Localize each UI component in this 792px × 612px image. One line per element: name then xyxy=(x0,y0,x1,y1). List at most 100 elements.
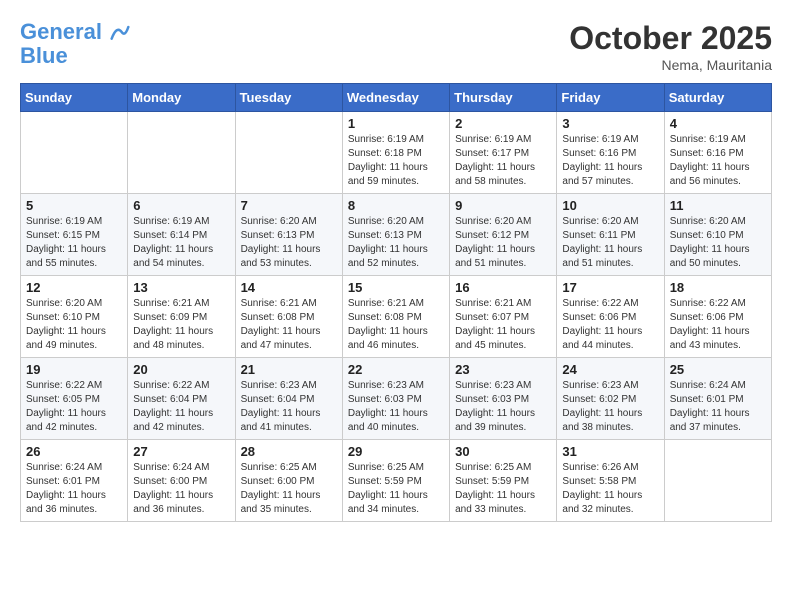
calendar-cell: 22 Sunrise: 6:23 AMSunset: 6:03 PMDayligh… xyxy=(342,358,449,440)
calendar-cell: 18Sunrise: 6:22 AMSunset: 6:06 PMDayligh… xyxy=(664,276,771,358)
day-info: Sunrise: 6:19 AMSunset: 6:16 PMDaylight:… xyxy=(670,133,766,189)
calendar-cell: 5 Sunrise: 6:19 AMSunset: 6:15 PMDaylight… xyxy=(21,194,128,276)
calendar-cell: 20Sunrise: 6:22 AMSunset: 6:04 PMDayligh… xyxy=(128,358,235,440)
day-number: 26 xyxy=(26,444,122,459)
day-number: 1 xyxy=(348,116,444,131)
day-number: 11 xyxy=(670,198,766,213)
day-number: 13 xyxy=(133,280,229,295)
day-number: 21 xyxy=(241,362,337,377)
day-info: Sunrise: 6:25 AMSunset: 5:59 PMDaylight:… xyxy=(455,461,551,517)
day-number: 25 xyxy=(670,362,766,377)
day-info: Sunrise: 6:21 AMSunset: 6:08 PMDaylight:… xyxy=(241,297,337,353)
calendar-cell: 17 Sunrise: 6:22 AMSunset: 6:06 PMDayligh… xyxy=(557,276,664,358)
calendar-cell: 13 Sunrise: 6:21 AMSunset: 6:09 PMDayligh… xyxy=(128,276,235,358)
day-number: 7 xyxy=(241,198,337,213)
calendar-cell: 21 Sunrise: 6:23 AMSunset: 6:04 PMDayligh… xyxy=(235,358,342,440)
day-info: Sunrise: 6:24 AMSunset: 6:00 PMDaylight:… xyxy=(133,461,229,517)
day-number: 4 xyxy=(670,116,766,131)
day-number: 28 xyxy=(241,444,337,459)
day-number: 20 xyxy=(133,362,229,377)
day-info: Sunrise: 6:21 AMSunset: 6:09 PMDaylight:… xyxy=(133,297,229,353)
day-info: Sunrise: 6:20 AMSunset: 6:11 PMDaylight:… xyxy=(562,215,658,271)
day-info: Sunrise: 6:20 AMSunset: 6:13 PMDaylight:… xyxy=(241,215,337,271)
calendar-cell: 1 Sunrise: 6:19 AMSunset: 6:18 PMDaylight… xyxy=(342,112,449,194)
calendar-cell: 26 Sunrise: 6:24 AMSunset: 6:01 PMDayligh… xyxy=(21,440,128,522)
calendar-cell xyxy=(128,112,235,194)
day-info: Sunrise: 6:21 AMSunset: 6:07 PMDaylight:… xyxy=(455,297,551,353)
day-info: Sunrise: 6:23 AMSunset: 6:03 PMDaylight:… xyxy=(348,379,444,435)
calendar-cell: 28Sunrise: 6:25 AMSunset: 6:00 PMDayligh… xyxy=(235,440,342,522)
day-info: Sunrise: 6:22 AMSunset: 6:05 PMDaylight:… xyxy=(26,379,122,435)
calendar-cell: 23 Sunrise: 6:23 AMSunset: 6:03 PMDayligh… xyxy=(450,358,557,440)
calendar-cell: 2Sunrise: 6:19 AMSunset: 6:17 PMDaylight… xyxy=(450,112,557,194)
day-info: Sunrise: 6:19 AMSunset: 6:14 PMDaylight:… xyxy=(133,215,229,271)
day-info: Sunrise: 6:19 AMSunset: 6:15 PMDaylight:… xyxy=(26,215,122,271)
day-number: 19 xyxy=(26,362,122,377)
calendar-cell: 16 Sunrise: 6:21 AMSunset: 6:07 PMDayligh… xyxy=(450,276,557,358)
day-number: 30 xyxy=(455,444,551,459)
day-number: 9 xyxy=(455,198,551,213)
day-number: 6 xyxy=(133,198,229,213)
calendar-week-row: 26 Sunrise: 6:24 AMSunset: 6:01 PMDayligh… xyxy=(21,440,772,522)
calendar-cell: 6 Sunrise: 6:19 AMSunset: 6:14 PMDaylight… xyxy=(128,194,235,276)
calendar-header: SundayMondayTuesdayWednesdayThursdayFrid… xyxy=(21,84,772,112)
day-number: 17 xyxy=(562,280,658,295)
calendar-cell: 3Sunrise: 6:19 AMSunset: 6:16 PMDaylight… xyxy=(557,112,664,194)
calendar-cell xyxy=(21,112,128,194)
calendar-cell: 29Sunrise: 6:25 AMSunset: 5:59 PMDayligh… xyxy=(342,440,449,522)
day-number: 2 xyxy=(455,116,551,131)
calendar-cell: 24 Sunrise: 6:23 AMSunset: 6:02 PMDayligh… xyxy=(557,358,664,440)
weekday-header: Wednesday xyxy=(342,84,449,112)
day-info: Sunrise: 6:22 AMSunset: 6:06 PMDaylight:… xyxy=(562,297,658,353)
calendar-cell: 25 Sunrise: 6:24 AMSunset: 6:01 PMDayligh… xyxy=(664,358,771,440)
day-number: 23 xyxy=(455,362,551,377)
calendar-cell: 7 Sunrise: 6:20 AMSunset: 6:13 PMDaylight… xyxy=(235,194,342,276)
day-info: Sunrise: 6:24 AMSunset: 6:01 PMDaylight:… xyxy=(26,461,122,517)
day-number: 16 xyxy=(455,280,551,295)
logo-blue-text: Blue xyxy=(20,44,130,68)
weekday-header: Friday xyxy=(557,84,664,112)
title-block: October 2025 Nema, Mauritania xyxy=(569,20,772,73)
day-number: 10 xyxy=(562,198,658,213)
calendar-table: SundayMondayTuesdayWednesdayThursdayFrid… xyxy=(20,83,772,522)
calendar-week-row: 19 Sunrise: 6:22 AMSunset: 6:05 PMDayligh… xyxy=(21,358,772,440)
day-number: 5 xyxy=(26,198,122,213)
day-info: Sunrise: 6:23 AMSunset: 6:02 PMDaylight:… xyxy=(562,379,658,435)
day-info: Sunrise: 6:20 AMSunset: 6:10 PMDaylight:… xyxy=(670,215,766,271)
logo: General Blue xyxy=(20,20,130,68)
day-info: Sunrise: 6:24 AMSunset: 6:01 PMDaylight:… xyxy=(670,379,766,435)
calendar-cell: 14Sunrise: 6:21 AMSunset: 6:08 PMDayligh… xyxy=(235,276,342,358)
day-info: Sunrise: 6:23 AMSunset: 6:04 PMDaylight:… xyxy=(241,379,337,435)
day-info: Sunrise: 6:19 AMSunset: 6:18 PMDaylight:… xyxy=(348,133,444,189)
day-number: 8 xyxy=(348,198,444,213)
page-header: General Blue October 2025 Nema, Mauritan… xyxy=(20,20,772,73)
calendar-cell xyxy=(664,440,771,522)
month-title: October 2025 xyxy=(569,20,772,57)
weekday-header: Saturday xyxy=(664,84,771,112)
header-row: SundayMondayTuesdayWednesdayThursdayFrid… xyxy=(21,84,772,112)
day-info: Sunrise: 6:23 AMSunset: 6:03 PMDaylight:… xyxy=(455,379,551,435)
location: Nema, Mauritania xyxy=(569,57,772,73)
day-number: 22 xyxy=(348,362,444,377)
day-info: Sunrise: 6:20 AMSunset: 6:12 PMDaylight:… xyxy=(455,215,551,271)
weekday-header: Monday xyxy=(128,84,235,112)
calendar-week-row: 1 Sunrise: 6:19 AMSunset: 6:18 PMDaylight… xyxy=(21,112,772,194)
calendar-cell: 27 Sunrise: 6:24 AMSunset: 6:00 PMDayligh… xyxy=(128,440,235,522)
day-number: 24 xyxy=(562,362,658,377)
calendar-cell: 31Sunrise: 6:26 AMSunset: 5:58 PMDayligh… xyxy=(557,440,664,522)
calendar-cell: 30 Sunrise: 6:25 AMSunset: 5:59 PMDayligh… xyxy=(450,440,557,522)
calendar-body: 1 Sunrise: 6:19 AMSunset: 6:18 PMDaylight… xyxy=(21,112,772,522)
calendar-week-row: 12Sunrise: 6:20 AMSunset: 6:10 PMDayligh… xyxy=(21,276,772,358)
logo-text: General xyxy=(20,20,130,44)
calendar-cell: 19 Sunrise: 6:22 AMSunset: 6:05 PMDayligh… xyxy=(21,358,128,440)
day-info: Sunrise: 6:20 AMSunset: 6:10 PMDaylight:… xyxy=(26,297,122,353)
calendar-cell: 8Sunrise: 6:20 AMSunset: 6:13 PMDaylight… xyxy=(342,194,449,276)
weekday-header: Sunday xyxy=(21,84,128,112)
calendar-cell: 10 Sunrise: 6:20 AMSunset: 6:11 PMDayligh… xyxy=(557,194,664,276)
calendar-week-row: 5 Sunrise: 6:19 AMSunset: 6:15 PMDaylight… xyxy=(21,194,772,276)
calendar-cell: 11 Sunrise: 6:20 AMSunset: 6:10 PMDayligh… xyxy=(664,194,771,276)
day-number: 27 xyxy=(133,444,229,459)
day-number: 31 xyxy=(562,444,658,459)
weekday-header: Tuesday xyxy=(235,84,342,112)
day-number: 3 xyxy=(562,116,658,131)
